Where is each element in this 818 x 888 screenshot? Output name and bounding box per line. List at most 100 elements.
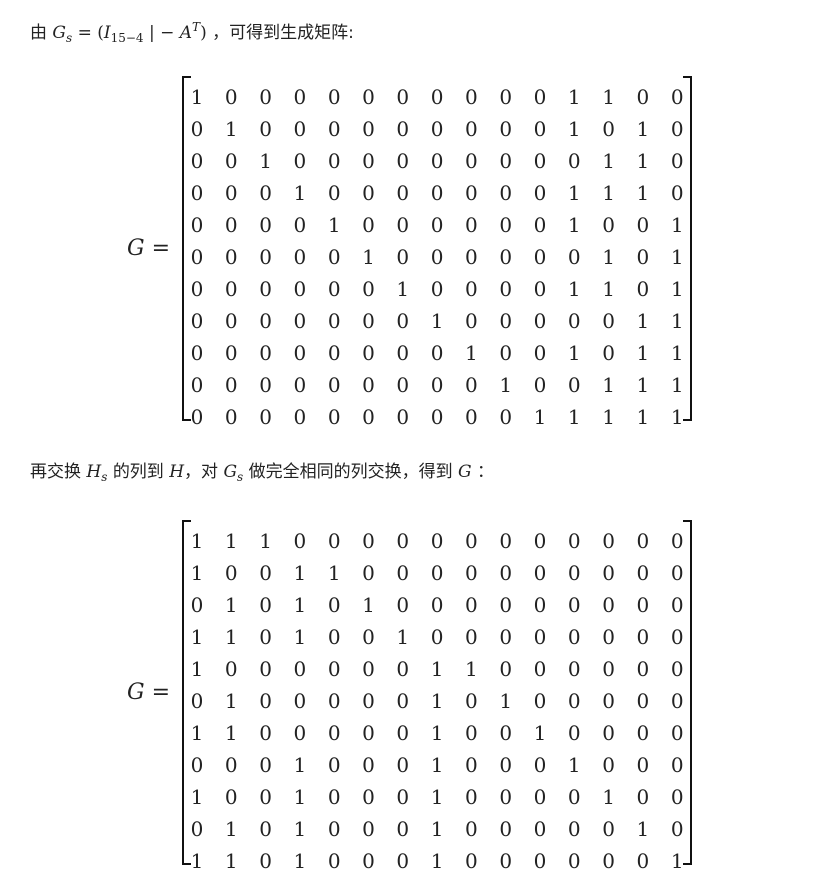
matrix-cell: 0	[362, 309, 375, 333]
matrix-cell: 0	[602, 721, 615, 745]
matrix-cell: 0	[636, 593, 650, 617]
matrix-cell: 0	[636, 529, 650, 553]
matrix-cell: 0	[224, 85, 238, 109]
matrix-cell: 0	[190, 309, 204, 333]
matrix-cell: 0	[602, 309, 615, 333]
matrix-cell: 0	[396, 373, 410, 397]
matrix-cell: 0	[636, 689, 650, 713]
matrix-cell: 0	[465, 561, 478, 585]
matrix-cell: 1	[636, 117, 650, 141]
matrix-cell: 1	[499, 373, 513, 397]
matrix-cell: 0	[499, 721, 513, 745]
matrix-cell: 0	[293, 85, 307, 109]
matrix-cell: 0	[499, 593, 513, 617]
matrix-row: 010000000001010	[182, 113, 692, 145]
matrix-cell: 0	[259, 625, 272, 649]
matrix-cell: 0	[670, 753, 684, 777]
matrix-cell: 0	[533, 181, 547, 205]
matrix-cell: 0	[533, 849, 547, 873]
matrix-cell: 0	[533, 245, 547, 269]
matrix-cell: 0	[533, 785, 547, 809]
matrix-cell: 1	[430, 689, 444, 713]
matrix-cell: 0	[190, 405, 204, 429]
matrix-cell: 1	[670, 245, 684, 269]
matrix-cell: 0	[362, 277, 375, 301]
matrix-cell: 0	[327, 721, 341, 745]
matrix-cell: 0	[224, 213, 238, 237]
matrix-cell: 0	[499, 309, 513, 333]
matrix-cell: 0	[293, 309, 307, 333]
matrix-cell: 0	[567, 373, 581, 397]
matrix-cell: 1	[670, 373, 684, 397]
matrix-cell: 0	[499, 245, 513, 269]
matrix-cell: 0	[396, 117, 410, 141]
matrix-cell: 0	[362, 721, 375, 745]
matrix-cell: 0	[533, 753, 547, 777]
matrix-row: 000000000011111	[182, 401, 692, 433]
intro-sentence: 由 Gs = (I15−4 | − AT) ，可得到生成矩阵:	[30, 15, 354, 50]
middle-text-4: 做完全相同的列交换，得到	[248, 462, 453, 482]
matrix-cell: 0	[396, 149, 410, 173]
matrix-cell: 0	[499, 625, 513, 649]
matrix-cell: 0	[259, 341, 272, 365]
matrix-cell: 0	[327, 785, 341, 809]
matrix-cell: 0	[190, 689, 204, 713]
matrix-cell: 0	[499, 341, 513, 365]
matrix-cell: 0	[224, 309, 238, 333]
g-symbol: G	[458, 462, 472, 482]
matrix-cell: 0	[602, 593, 615, 617]
matrix-cell: 0	[362, 529, 375, 553]
matrix-cell: 0	[190, 117, 204, 141]
matrix-cell: 1	[602, 785, 615, 809]
matrix-cell: 1	[293, 625, 307, 649]
matrix-cell: 1	[430, 721, 444, 745]
matrix-cell: 0	[430, 181, 444, 205]
matrix-cell: 1	[670, 309, 684, 333]
matrix-cell: 1	[499, 689, 513, 713]
matrix-cell: 0	[190, 149, 204, 173]
matrix-cell: 0	[327, 529, 341, 553]
matrix-cell: 0	[293, 529, 307, 553]
matrix-cell: 0	[396, 245, 410, 269]
matrix-cell: 0	[602, 657, 615, 681]
matrix-row: 000000001001011	[182, 337, 692, 369]
matrix-cell: 0	[602, 213, 615, 237]
matrix-cell: 0	[533, 341, 547, 365]
matrix-cell: 0	[636, 245, 650, 269]
matrix-cell: 0	[430, 561, 444, 585]
matrix-cell: 0	[293, 277, 307, 301]
matrix-cell: 0	[259, 689, 272, 713]
matrix-cell: 0	[396, 405, 410, 429]
middle-text-1: 再交换	[30, 462, 81, 482]
matrix-cell: 0	[499, 753, 513, 777]
matrix-cell: 1	[602, 373, 615, 397]
matrix-cell: 0	[465, 721, 478, 745]
matrix-cell: 0	[293, 341, 307, 365]
matrix-cell: 0	[636, 213, 650, 237]
matrix-cell: 1	[602, 181, 615, 205]
matrix-row: 010101000000000	[182, 589, 692, 621]
matrix-cell: 0	[670, 529, 684, 553]
matrix-cell: 0	[533, 657, 547, 681]
matrix-cell: 0	[396, 785, 410, 809]
matrix-cell: 0	[224, 245, 238, 269]
matrix-cell: 0	[293, 373, 307, 397]
matrix-row: 000000100001101	[182, 273, 692, 305]
matrix-cell: 0	[465, 85, 478, 109]
matrix-cell: 0	[396, 721, 410, 745]
open-paren: (	[97, 23, 104, 43]
matrix-cell: 0	[430, 529, 444, 553]
matrix-cell: 0	[259, 561, 272, 585]
matrix-cell: 0	[259, 817, 272, 841]
matrix-cell: 1	[465, 341, 478, 365]
matrix-cell: 1	[190, 529, 204, 553]
middle-text-5: ：	[477, 462, 495, 482]
matrix-cell: 0	[670, 689, 684, 713]
matrix-cell: 0	[224, 341, 238, 365]
matrix-cell: 0	[259, 785, 272, 809]
matrix-cell: 0	[396, 85, 410, 109]
matrix-cell: 0	[396, 849, 410, 873]
matrix-cell: 0	[327, 753, 341, 777]
matrix-cell: 0	[567, 849, 581, 873]
matrix-cell: 0	[327, 593, 341, 617]
